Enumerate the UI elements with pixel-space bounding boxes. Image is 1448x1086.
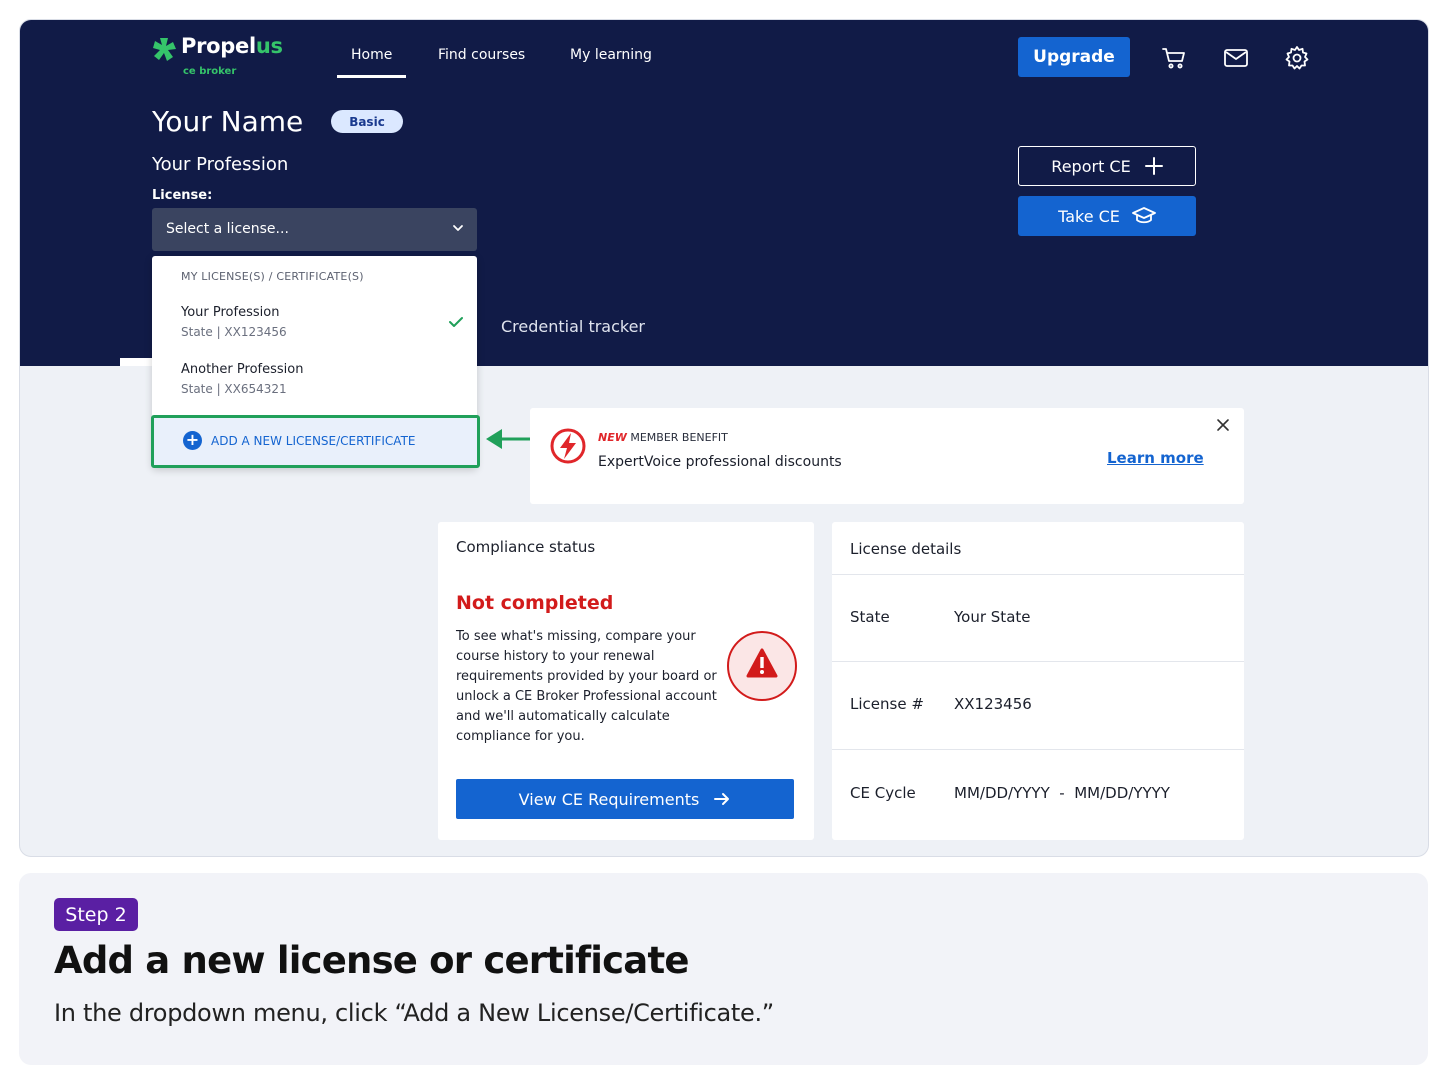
nav-find-courses[interactable]: Find courses <box>438 47 525 63</box>
dropdown-item-subtitle: State | XX123456 <box>181 325 287 339</box>
graduation-cap-icon <box>1132 207 1156 224</box>
checkmark-icon <box>449 317 463 327</box>
compliance-description: To see what's missing, compare your cour… <box>456 629 717 744</box>
app-screenshot: Propelus ce broker Home Find courses My … <box>19 19 1429 857</box>
license-dropdown-menu: MY LICENSE(S) / CERTIFICATE(S) Your Prof… <box>151 256 480 468</box>
divider <box>832 574 1244 575</box>
compliance-status-text: Not completed <box>456 592 614 614</box>
step-badge: Step 2 <box>54 898 138 931</box>
step-instruction-card: Step 2 Add a new license or certificate … <box>19 873 1428 1065</box>
detail-label-state: State <box>850 608 890 626</box>
brand-subtitle: ce broker <box>183 66 237 77</box>
dropdown-item-title: Your Profession <box>181 305 280 320</box>
lightning-bolt-icon <box>550 428 586 464</box>
plus-circle-icon: + <box>183 431 202 450</box>
nav-home[interactable]: Home <box>351 47 392 63</box>
member-benefit-banner: NEW MEMBER BENEFIT ExpertVoice professio… <box>530 408 1244 504</box>
detail-value-state: Your State <box>954 608 1031 626</box>
detail-label-ce-cycle: CE Cycle <box>850 784 916 802</box>
warning-icon <box>727 631 797 701</box>
dropdown-item-subtitle: State | XX654321 <box>181 382 287 396</box>
take-ce-label: Take CE <box>1058 206 1120 226</box>
divider <box>832 749 1244 750</box>
plus-icon <box>1144 157 1163 175</box>
report-ce-button[interactable]: Report CE <box>1018 146 1196 186</box>
license-label: License: <box>152 188 213 203</box>
take-ce-button[interactable]: Take CE <box>1018 196 1196 236</box>
license-details-card: License details State Your State License… <box>832 522 1244 840</box>
compliance-status-card: Compliance status Not completed To see w… <box>438 522 814 840</box>
nav-active-indicator <box>337 75 406 78</box>
step-title: Add a new license or certificate <box>54 939 689 982</box>
upgrade-button[interactable]: Upgrade <box>1018 37 1130 77</box>
mail-icon[interactable] <box>1223 45 1249 71</box>
view-ce-requirements-button[interactable]: View CE Requirements <box>456 779 794 819</box>
gear-icon[interactable] <box>1284 45 1310 71</box>
brand-wordmark: Propelus <box>181 34 283 58</box>
add-new-license-button[interactable]: + ADD A NEW LICENSE/CERTIFICATE <box>151 415 480 468</box>
dropdown-header: MY LICENSE(S) / CERTIFICATE(S) <box>181 270 364 283</box>
learn-more-link[interactable]: Learn more <box>1107 449 1204 467</box>
nav-my-learning[interactable]: My learning <box>570 47 652 63</box>
detail-value-license-number: XX123456 <box>954 695 1032 713</box>
tab-credential-tracker[interactable]: Credential tracker <box>501 317 645 336</box>
license-details-header: License details <box>850 540 962 558</box>
compliance-header: Compliance status <box>456 538 596 556</box>
tab-active-indicator <box>120 358 154 366</box>
add-new-license-label: ADD A NEW LICENSE/CERTIFICATE <box>211 434 416 448</box>
report-ce-label: Report CE <box>1051 156 1131 176</box>
benefit-tag: NEW MEMBER BENEFIT <box>598 431 728 444</box>
view-ce-requirements-label: View CE Requirements <box>518 789 700 809</box>
detail-value-ce-cycle: MM/DD/YYYY - MM/DD/YYYY <box>954 784 1170 802</box>
plan-badge: Basic <box>331 110 403 133</box>
close-icon[interactable] <box>1216 418 1230 432</box>
propelus-logo-icon <box>153 38 176 61</box>
cart-icon[interactable] <box>1161 45 1187 71</box>
detail-label-license-number: License # <box>850 695 924 713</box>
chevron-down-icon <box>453 225 463 231</box>
divider <box>832 661 1244 662</box>
license-select-placeholder: Select a license... <box>166 221 289 237</box>
arrow-right-icon <box>714 793 730 805</box>
user-name: Your Name <box>152 105 304 138</box>
dropdown-item-title: Another Profession <box>181 362 304 377</box>
license-select[interactable]: Select a license... <box>152 208 477 251</box>
step-description: In the dropdown menu, click “Add a New L… <box>54 999 774 1027</box>
profession-title: Your Profession <box>152 154 289 175</box>
benefit-title: ExpertVoice professional discounts <box>598 454 842 470</box>
